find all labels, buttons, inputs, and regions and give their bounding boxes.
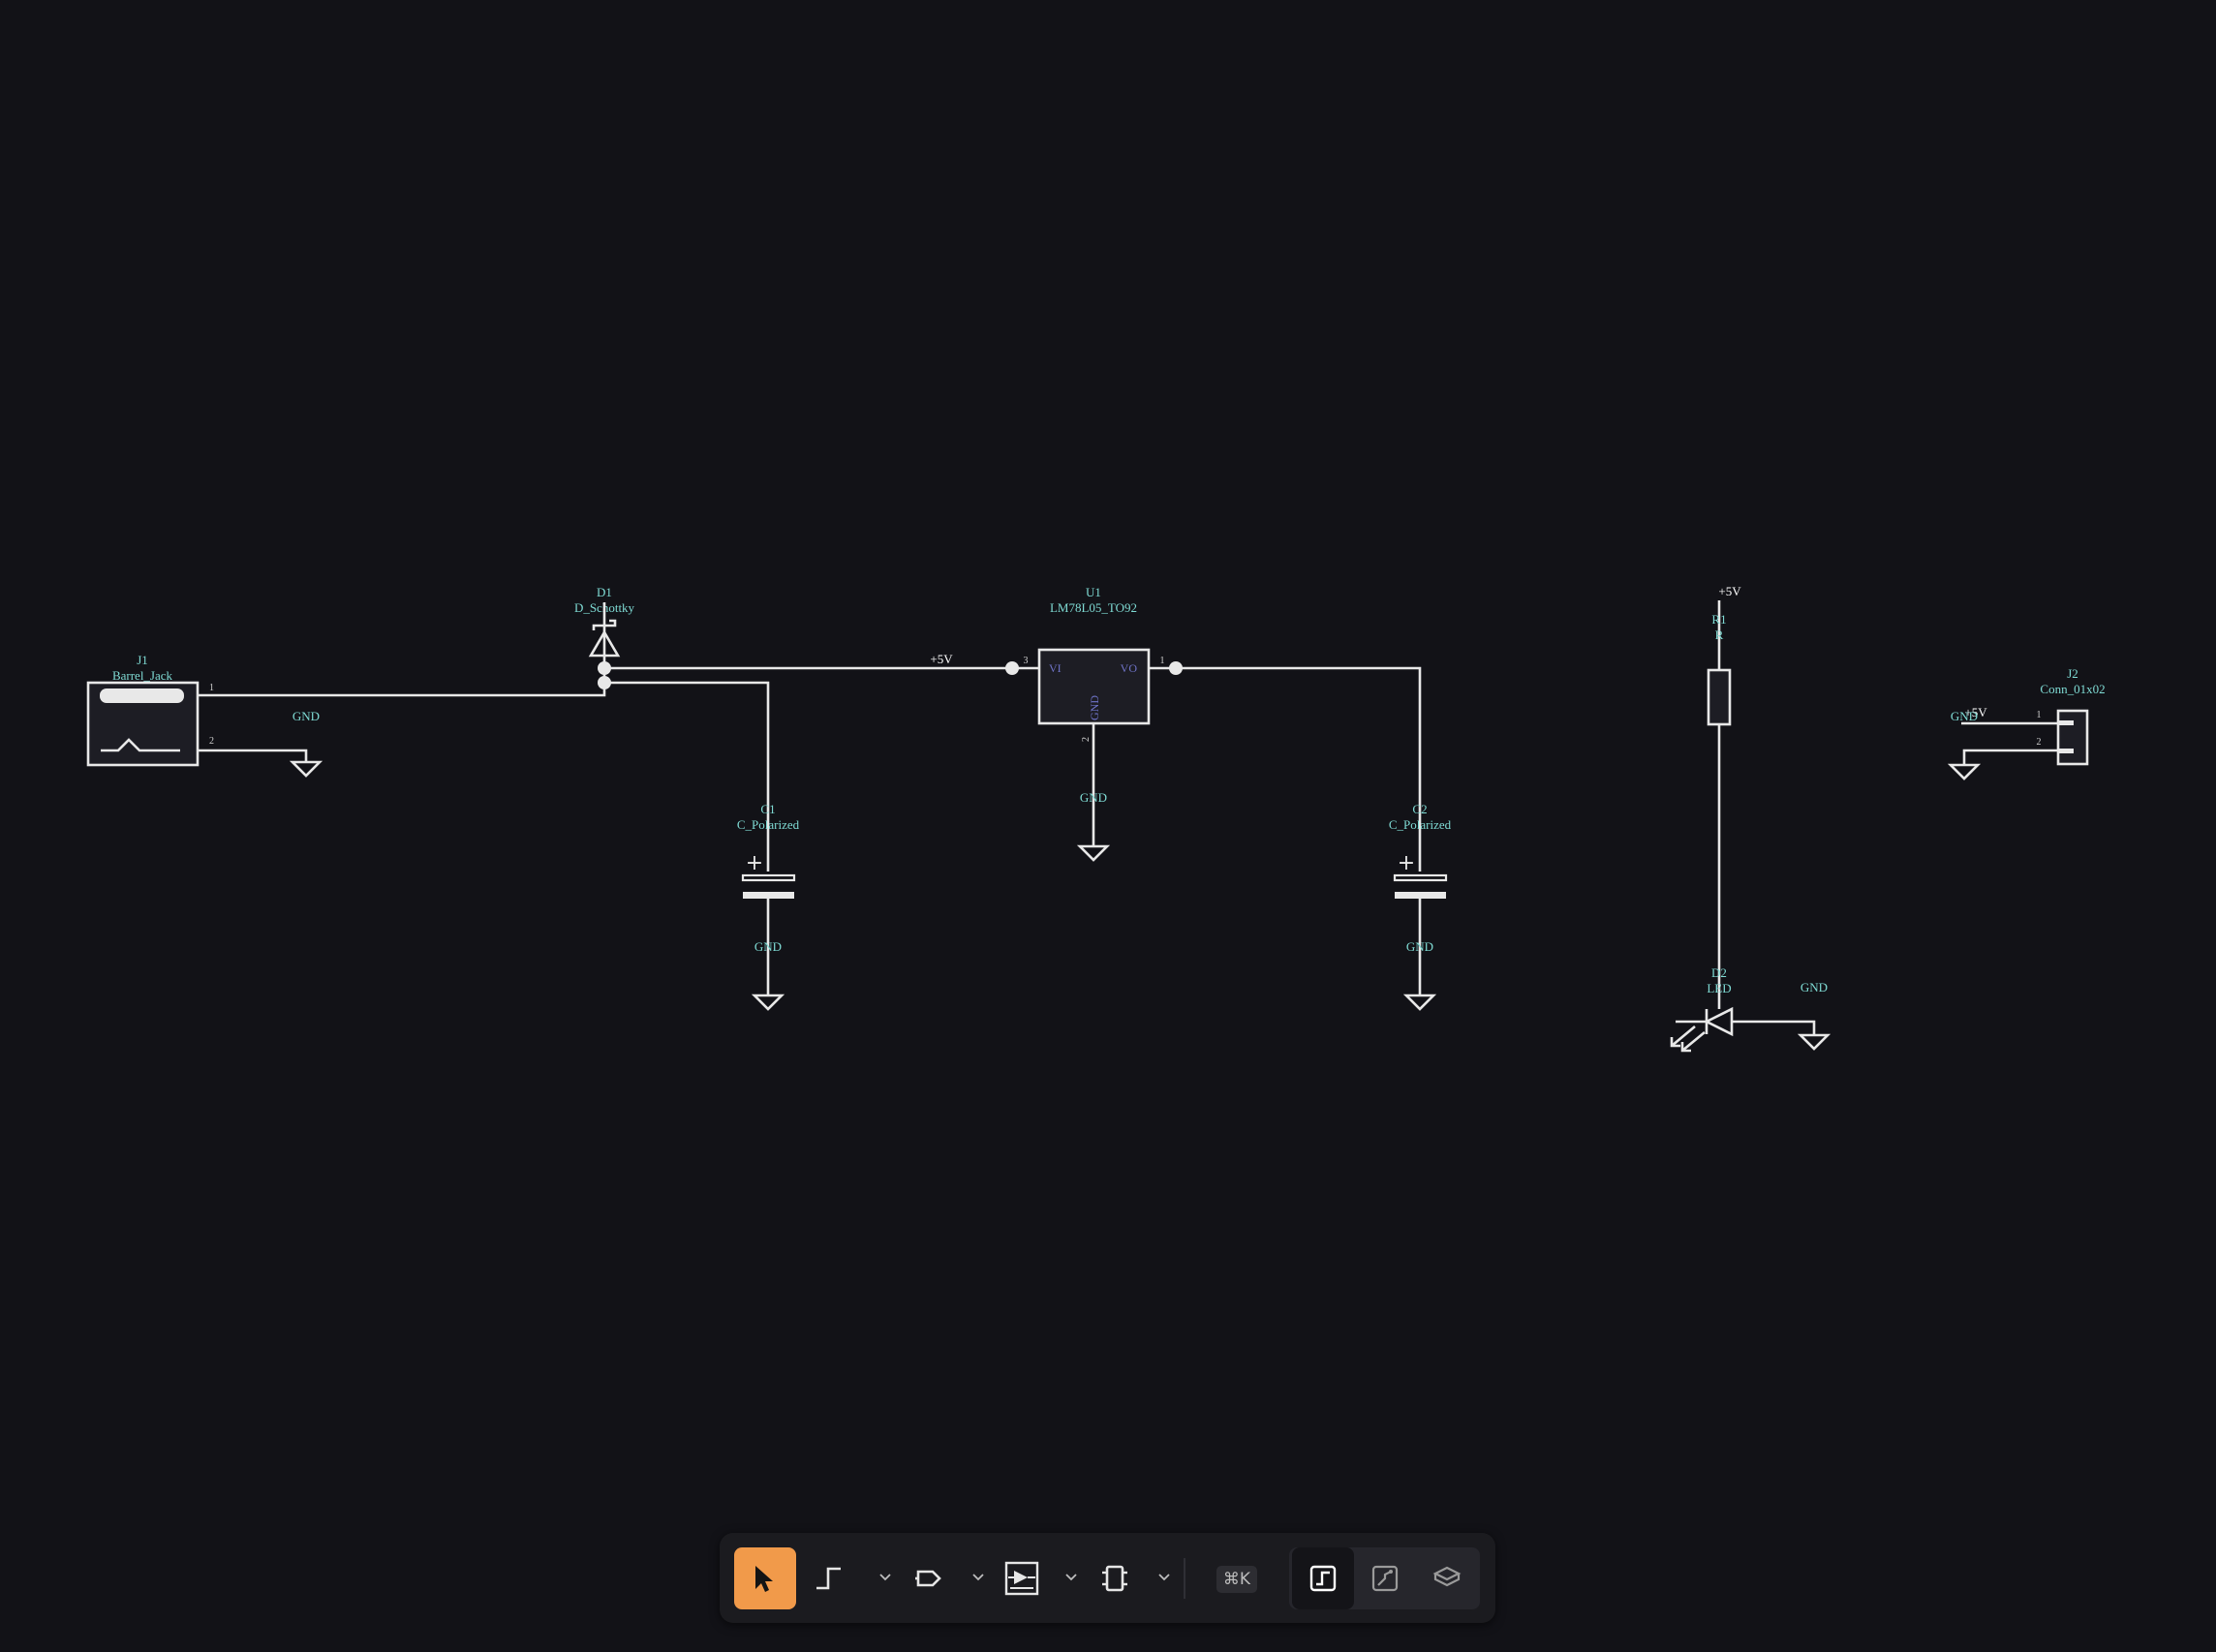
net-label-tool-button[interactable] [898,1547,960,1609]
u1-ref: U1 [1086,585,1101,599]
component-d2[interactable]: D2 LED GND [1670,965,1831,1053]
chip-tool-menu-button[interactable] [1154,1568,1174,1587]
j2-pin2-number: 2 [2037,737,2042,748]
select-tool-button[interactable] [734,1547,796,1609]
schematic-view-button[interactable] [1292,1547,1354,1609]
c2-plate-neg [1395,892,1446,899]
chevron-down-icon [972,1574,984,1581]
view-switcher [1289,1547,1480,1609]
component-icon [1004,1561,1039,1596]
j1-pin1-number: 1 [209,683,214,693]
ground-symbol [1947,763,1982,780]
chevron-down-icon [1158,1574,1170,1581]
j1-ref: J1 [137,653,148,667]
d2-led-body [1704,1006,1734,1037]
command-palette-shortcut[interactable]: ⌘K [1216,1566,1257,1593]
ground-symbol [751,994,785,1011]
c2-value: C_Polarized [1389,817,1452,832]
c1-plate-pos [741,873,796,882]
gnd-label: GND [1951,709,1978,723]
component-r1[interactable]: +5V R1 R [1707,584,1741,1009]
c1-plate-neg [743,892,794,899]
component-j1[interactable]: J1 Barrel_Jack 1 2 [86,653,223,767]
3d-view-button[interactable] [1416,1547,1478,1609]
wire-j1-d1[interactable] [223,683,606,697]
u1-value: LM78L05_TO92 [1050,600,1137,615]
toolbar-divider [1184,1558,1185,1599]
j1-pin-barrel [100,688,184,703]
net-label-icon [915,1570,941,1587]
u1-pin-gnd: GND [1088,695,1101,720]
gnd-label: GND [1080,790,1107,805]
chevron-down-icon [1065,1574,1077,1581]
net-label-vcc: +5V [1718,584,1741,598]
j1-value: Barrel_Jack [112,668,173,683]
r1-value: R [1715,627,1724,642]
u1-pin-vo: VO [1121,661,1138,675]
c1-value: C_Polarized [737,817,800,832]
component-u1[interactable]: U1 LM78L05_TO92 3 1 VI VO GND 2 GND [1012,585,1176,862]
c2-polarity: + [1398,851,1415,875]
wire-d1-c1[interactable] [604,681,770,872]
j2-value: Conn_01x02 [2040,682,2105,696]
chip-tool-button[interactable] [1084,1547,1146,1609]
ground-symbol [289,760,323,778]
c1-ref: C1 [760,802,775,816]
wire-icon [816,1567,841,1590]
gnd-label: GND [1406,939,1433,954]
c2-plate-pos [1393,873,1448,882]
j2-body [2056,709,2089,766]
net-label-vcc: +5V [930,652,953,666]
gnd-label: GND [754,939,782,954]
r1-ref: R1 [1711,612,1726,627]
pcb-view-icon [1371,1565,1399,1592]
schematic-view-icon [1309,1565,1337,1592]
wire-tool-button[interactable] [797,1547,859,1609]
chevron-down-icon [879,1574,891,1581]
j2-pin1-number: 1 [2037,710,2042,720]
chip-icon [1102,1565,1127,1592]
c1-polarity: + [746,851,763,875]
ground-symbol [1076,844,1111,862]
r1-body [1707,668,1732,726]
component-d1[interactable]: D1 D_Schottky [574,585,635,668]
net-label-tool-menu-button[interactable] [969,1568,988,1587]
ground-symbol [1402,994,1437,1011]
d1-ref: D1 [597,585,612,599]
u1-pin-vi: VI [1049,661,1062,675]
bottom-toolbar: ⌘K [720,1533,1495,1623]
gnd-label: GND [292,709,320,723]
d2-value: LED [1707,981,1731,995]
gnd-label: GND [1800,980,1828,994]
net-gnd-j1[interactable]: GND [223,709,323,778]
u1-pin3-number: 3 [1024,656,1029,666]
wire-tool-menu-button[interactable] [876,1568,895,1587]
j1-pin2-number: 2 [209,736,214,747]
component-j2[interactable]: J2 Conn_01x02 1 2 +5V GND [1947,666,2106,780]
c2-ref: C2 [1412,802,1427,816]
cursor-arrow-icon [755,1566,773,1592]
component-tool-button[interactable] [991,1547,1053,1609]
d2-ref: D2 [1711,965,1727,980]
u1-pin1-number: 1 [1160,656,1165,666]
3d-view-icon [1432,1566,1462,1587]
u1-pin2-number: 2 [1081,737,1092,742]
j2-ref: J2 [2067,666,2078,681]
schematic-canvas[interactable]: J1 Barrel_Jack 1 2 GND D1 D_Schottky +5V… [0,0,2216,1652]
pcb-view-button[interactable] [1354,1547,1416,1609]
ground-symbol [1797,1033,1831,1051]
wire-u1-c2[interactable] [1176,666,1422,872]
component-tool-menu-button[interactable] [1062,1568,1081,1587]
